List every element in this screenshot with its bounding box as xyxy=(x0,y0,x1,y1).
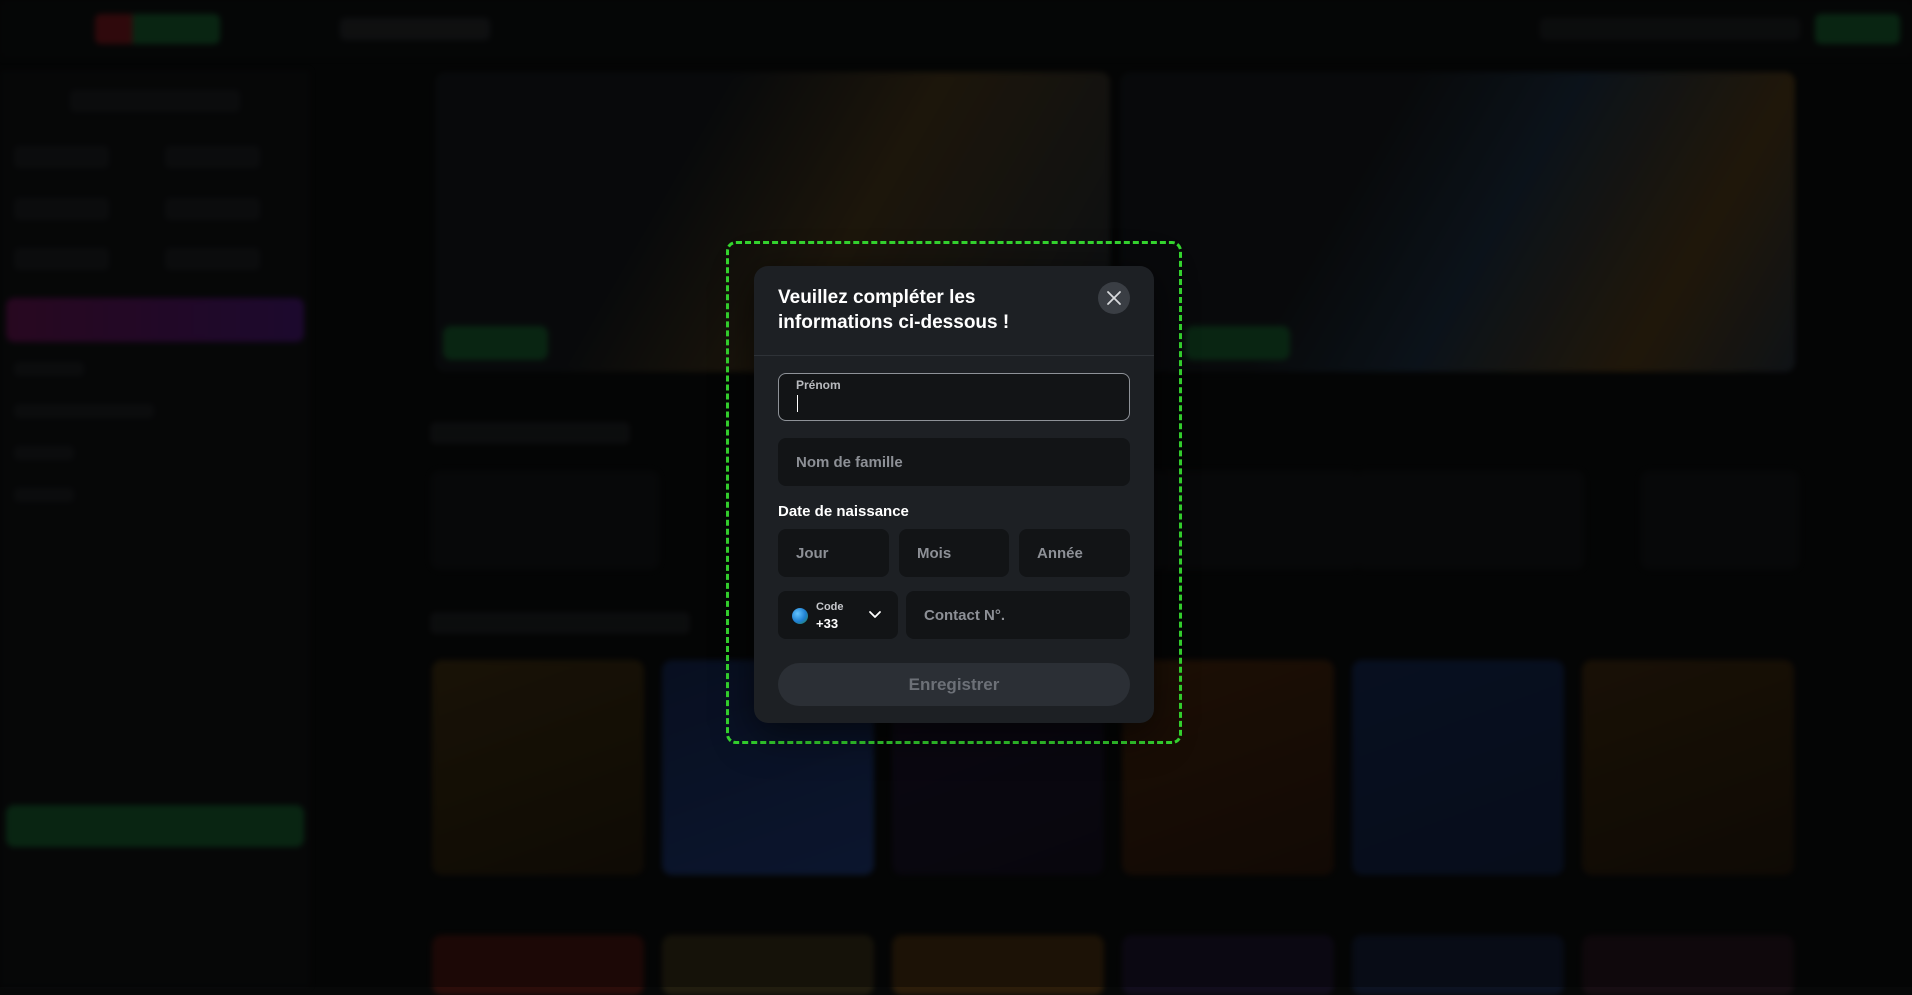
close-icon xyxy=(1107,291,1121,305)
first-name-input[interactable] xyxy=(779,374,1129,420)
country-code-value: +33 xyxy=(816,616,839,631)
dob-day-input[interactable] xyxy=(778,529,889,577)
phone-number-input[interactable] xyxy=(906,591,1130,639)
dob-day-field[interactable] xyxy=(778,529,889,577)
close-button[interactable] xyxy=(1098,282,1130,314)
first-name-field[interactable]: Prénom xyxy=(778,373,1130,421)
dob-year-field[interactable] xyxy=(1019,529,1130,577)
divider xyxy=(754,355,1154,356)
dob-label: Date de naissance xyxy=(778,503,909,520)
country-code-select[interactable]: Code +33 xyxy=(778,591,898,639)
dob-month-input[interactable] xyxy=(899,529,1009,577)
last-name-input[interactable] xyxy=(778,438,1130,486)
text-caret xyxy=(797,395,798,412)
dob-year-input[interactable] xyxy=(1019,529,1130,577)
modal-title: Veuillez compléter les informations ci-d… xyxy=(778,287,1010,333)
country-code-label: Code xyxy=(816,601,844,613)
last-name-field[interactable] xyxy=(778,438,1130,486)
save-button[interactable]: Enregistrer xyxy=(778,663,1130,706)
phone-number-field[interactable] xyxy=(906,591,1130,639)
globe-icon xyxy=(792,608,808,624)
chevron-down-icon xyxy=(869,611,881,618)
registration-modal: Veuillez compléter les informations ci-d… xyxy=(754,266,1154,723)
dob-month-field[interactable] xyxy=(899,529,1009,577)
